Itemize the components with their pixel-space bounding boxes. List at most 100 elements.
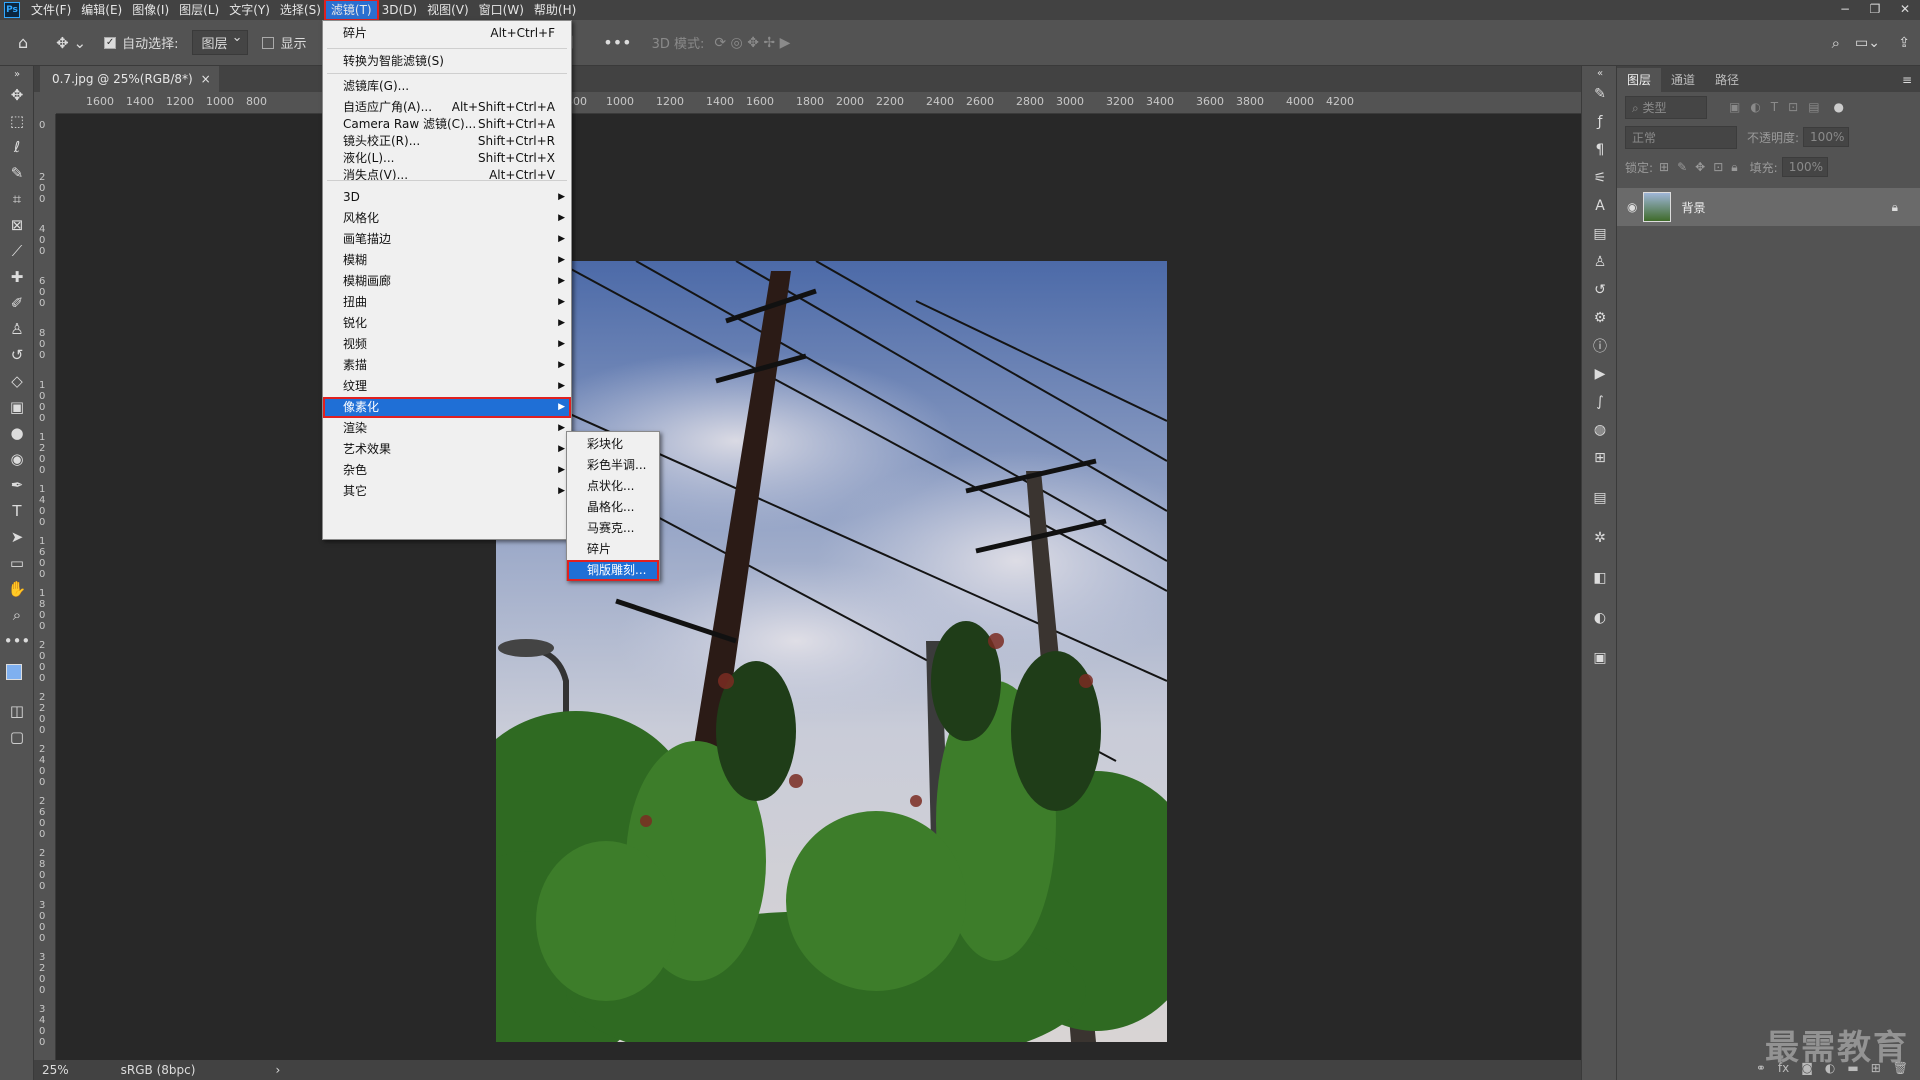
filter-group-item[interactable]: 视频 ▶ <box>323 334 571 355</box>
filter-group-item[interactable]: 锐化 ▶ <box>323 313 571 334</box>
filter-group-item[interactable]: 模糊画廊 ▶ <box>323 271 571 292</box>
menu-filter[interactable]: 滤镜(T) <box>323 0 379 21</box>
filter-group-item[interactable]: 像素化 ▶ <box>323 397 571 418</box>
tab-paths[interactable]: 路径 <box>1705 68 1749 92</box>
color-icon[interactable]: ◐ <box>1582 604 1618 632</box>
tab-channels[interactable]: 通道 <box>1661 68 1705 92</box>
menu-select[interactable]: 选择(S) <box>275 1 326 19</box>
document-tab[interactable]: 0.7.jpg @ 25%(RGB/8*) × <box>40 66 219 92</box>
properties-icon[interactable]: ⚙ <box>1582 304 1618 332</box>
more-tools-icon[interactable]: ••• <box>0 628 34 654</box>
panel-menu-icon[interactable]: ≡ <box>1902 68 1912 92</box>
visibility-eye-icon[interactable]: ◉ <box>1627 200 1637 214</box>
close-button[interactable]: ✕ <box>1890 0 1920 20</box>
filter-group-item[interactable]: 艺术效果 ▶ <box>323 439 571 460</box>
share-icon[interactable]: ⇪ <box>1898 35 1910 51</box>
pixelate-submenu-item[interactable]: 碎片 <box>567 539 659 560</box>
fill-input[interactable]: 100% <box>1781 157 1828 177</box>
blur-tool-icon[interactable]: ● <box>0 420 34 446</box>
pixelate-submenu-item[interactable]: 点状化... <box>567 476 659 497</box>
lock-icons[interactable]: ⊞✎✥⊡🔒︎ <box>1659 160 1746 175</box>
gradient-tool-icon[interactable]: ▣ <box>0 394 34 420</box>
table-icon[interactable]: ⊞ <box>1582 444 1618 472</box>
clone-source-icon[interactable]: ♙ <box>1582 248 1618 276</box>
canvas[interactable] <box>56 114 1581 1064</box>
filter-type-icons[interactable]: ▣◐T⊡▤ <box>1729 100 1830 114</box>
filter-group-item[interactable]: 风格化 ▶ <box>323 208 571 229</box>
info-icon[interactable]: ⓘ <box>1582 332 1618 360</box>
path-select-icon[interactable]: ➤ <box>0 524 34 550</box>
restore-button[interactable]: ❐ <box>1860 0 1890 20</box>
auto-select-dropdown[interactable]: 图层 <box>192 30 249 55</box>
fx-icon[interactable]: ƒ <box>1582 108 1618 136</box>
filter-group-item[interactable]: 其它 ▶ <box>323 481 571 502</box>
quick-select-tool-icon[interactable]: ✎ <box>0 160 34 186</box>
libraries-icon[interactable]: ▤ <box>1582 220 1618 248</box>
filter-group-item[interactable]: 画笔描边 ▶ <box>323 229 571 250</box>
menu-file[interactable]: 文件(F) <box>26 1 76 19</box>
pen-tool-icon[interactable]: ✒ <box>0 472 34 498</box>
paragraph-icon[interactable]: ¶ <box>1582 136 1618 164</box>
history-icon[interactable]: ↺ <box>1582 276 1618 304</box>
menu-3d[interactable]: 3D(D) <box>377 1 422 19</box>
menu-type[interactable]: 文字(Y) <box>224 1 275 19</box>
filter-group-item[interactable]: 扭曲 ▶ <box>323 292 571 313</box>
menu-edit[interactable]: 编辑(E) <box>76 1 127 19</box>
status-arrow-icon[interactable]: › <box>275 1063 280 1077</box>
quick-mask-icon[interactable]: ◫ <box>0 698 34 724</box>
pixelate-submenu-item[interactable]: 铜版雕刻... <box>567 560 659 581</box>
frame-tool-icon[interactable]: ⊠ <box>0 212 34 238</box>
more-options-icon[interactable]: ••• <box>603 33 631 52</box>
foreground-color[interactable] <box>6 664 22 680</box>
menu-window[interactable]: 窗口(W) <box>474 1 529 19</box>
filter-menu-item[interactable]: 碎片 Alt+Ctrl+F <box>323 23 571 44</box>
home-icon[interactable]: ⌂ <box>18 33 28 52</box>
character-icon[interactable]: A <box>1582 192 1618 220</box>
notes-icon[interactable]: ▤ <box>1582 484 1618 512</box>
filter-menu-item[interactable]: 滤镜库(G)... <box>323 76 571 97</box>
pixelate-submenu-item[interactable]: 彩块化 <box>567 434 659 455</box>
rectangle-tool-icon[interactable]: ▭ <box>0 550 34 576</box>
history-brush-icon[interactable]: ↺ <box>0 342 34 368</box>
filter-group-item[interactable]: 杂色 ▶ <box>323 460 571 481</box>
auto-select-checkbox[interactable]: ✓ 自动选择: <box>104 33 178 52</box>
color-swatches[interactable] <box>0 654 34 698</box>
filter-group-item[interactable]: 3D ▶ <box>323 187 571 208</box>
stamp-tool-icon[interactable]: ♙ <box>0 316 34 342</box>
menu-help[interactable]: 帮助(H) <box>529 1 581 19</box>
swatches-icon[interactable]: ▣ <box>1582 644 1618 672</box>
filter-menu-item[interactable]: 消失点(V)... Alt+Ctrl+V <box>323 165 571 186</box>
adjustments-icon[interactable]: ⚟ <box>1582 164 1618 192</box>
eyedropper-tool-icon[interactable]: ⟋ <box>0 238 34 264</box>
dodge-tool-icon[interactable]: ◉ <box>0 446 34 472</box>
screen-mode-icon[interactable]: ▢ <box>0 724 34 750</box>
eraser-tool-icon[interactable]: ◇ <box>0 368 34 394</box>
menu-image[interactable]: 图像(I) <box>127 1 174 19</box>
minimize-button[interactable]: − <box>1830 0 1860 20</box>
3d-icon[interactable]: ◍ <box>1582 416 1618 444</box>
photo-image[interactable] <box>496 261 1167 1042</box>
filter-group-item[interactable]: 素描 ▶ <box>323 355 571 376</box>
move-tool-icon[interactable]: ✥ <box>0 82 34 108</box>
pixelate-submenu-item[interactable]: 马赛克... <box>567 518 659 539</box>
search-icon[interactable]: ⌕ <box>1832 34 1840 52</box>
workspace-icon[interactable]: ▭⌄ <box>1855 35 1880 51</box>
filter-menu-item[interactable]: 转换为智能滤镜(S) <box>323 51 571 72</box>
close-tab-icon[interactable]: × <box>201 66 211 92</box>
pixelate-submenu-item[interactable]: 彩色半调... <box>567 455 659 476</box>
blend-mode-dropdown[interactable]: 正常 <box>1625 125 1737 149</box>
filter-group-item[interactable]: 纹理 ▶ <box>323 376 571 397</box>
pixelate-submenu-item[interactable]: 晶格化... <box>567 497 659 518</box>
layer-row[interactable]: ◉ 背景 🔒︎ <box>1617 188 1920 226</box>
filter-group-item[interactable]: 渲染 ▶ <box>323 418 571 439</box>
lasso-tool-icon[interactable]: ℓ <box>0 134 34 160</box>
zoom-tool-icon[interactable]: ⌕ <box>0 602 34 628</box>
healing-tool-icon[interactable]: ✚ <box>0 264 34 290</box>
menu-view[interactable]: 视图(V) <box>422 1 474 19</box>
3d-mode-icons[interactable]: ⟳ ◎ ✥ ✢ ▶ <box>714 35 790 51</box>
opacity-input[interactable]: 100% <box>1803 127 1850 147</box>
menu-layer[interactable]: 图层(L) <box>174 1 224 19</box>
glyphs-icon[interactable]: ◧ <box>1582 564 1618 592</box>
type-tool-icon[interactable]: T <box>0 498 34 524</box>
brush-settings-icon[interactable]: ✎ <box>1582 80 1618 108</box>
